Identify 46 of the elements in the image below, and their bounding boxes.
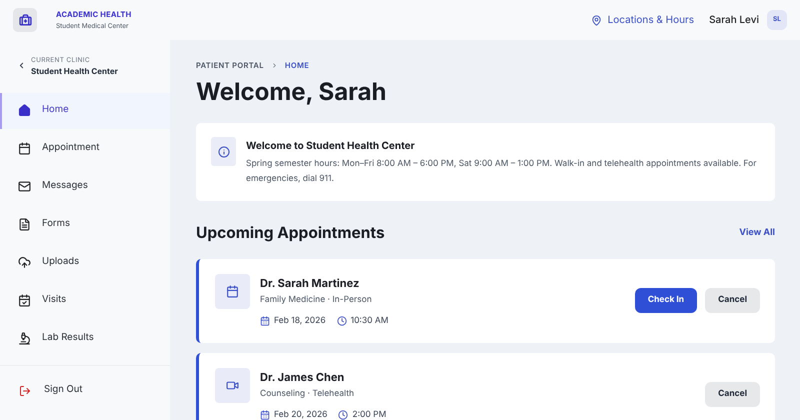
document-icon	[18, 218, 31, 231]
info-icon	[218, 146, 230, 158]
doctor-name: Dr. Sarah Martinez	[260, 274, 360, 291]
microscope-icon	[18, 332, 31, 345]
appointment-time: 2:00 PM	[352, 408, 386, 420]
appointment-details: Family Medicine · In-Person	[260, 294, 373, 307]
appointment-details: Counseling · Telehealth	[260, 388, 355, 401]
sign-out-icon	[19, 384, 31, 396]
calendar-icon	[260, 316, 270, 326]
back-chevron-icon[interactable]	[17, 61, 26, 70]
appointment-date: Feb 20, 2026	[274, 408, 328, 420]
nav-item[interactable]: Forms	[0, 206, 170, 242]
notice-text: Spring semester hours: Mon–Fri 8:00 AM – 6:00 PM, Sat 9:00 AM – 1:00 PM. Walk-in and telehealth appointments available. For emergencies, dial 911.	[246, 158, 758, 186]
nav-item[interactable]: Uploads	[0, 244, 170, 280]
section-heading: Upcoming Appointments	[196, 222, 385, 244]
cancel-button[interactable]: Cancel	[705, 288, 760, 313]
appointment-date: Feb 18, 2026	[274, 314, 326, 328]
check-in-button[interactable]: Check In	[634, 288, 698, 313]
nav-item[interactable]: Appointment	[0, 130, 170, 166]
nav-item[interactable]: Home	[0, 92, 170, 128]
cloud-upload-icon	[18, 256, 31, 269]
nav-item[interactable]: Visits	[0, 282, 170, 318]
calendar-icon	[18, 142, 31, 155]
view-all-link[interactable]: View All	[739, 226, 775, 240]
clock-icon	[338, 410, 348, 420]
sign-out-link[interactable]: Sign Out	[0, 376, 170, 406]
nav-item[interactable]: Messages	[0, 168, 170, 204]
calendar-icon	[260, 410, 270, 420]
doctor-name: Dr. James Chen	[260, 368, 346, 385]
clinic-name: Student Health Center	[31, 66, 118, 74]
appointment-time: 10:30 AM	[350, 314, 388, 328]
mail-icon	[18, 180, 31, 193]
notice-title: Welcome to Student Health Center	[246, 139, 416, 154]
page-title: Welcome, Sarah	[196, 77, 388, 108]
user-name: Sarah Levi	[709, 12, 759, 28]
cancel-button[interactable]: Cancel	[705, 382, 760, 407]
medical-bag-icon	[18, 14, 32, 26]
locations-link[interactable]: Locations & Hours	[590, 12, 694, 28]
calendar-icon	[226, 284, 239, 298]
home-icon	[18, 104, 31, 117]
breadcrumb-chevron-icon	[270, 62, 278, 70]
calendar-check-icon	[18, 294, 31, 307]
nav-item[interactable]: Lab Results	[0, 320, 170, 356]
video-camera-icon	[226, 378, 239, 392]
clock-icon	[336, 316, 347, 326]
map-pin-icon	[590, 14, 602, 26]
